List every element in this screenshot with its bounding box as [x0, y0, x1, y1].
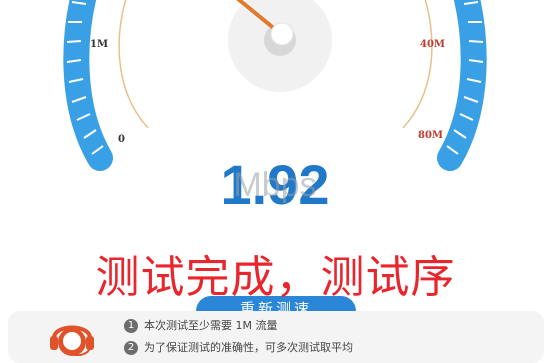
scale-label-1m: 1M: [90, 39, 109, 50]
tip-item-2: 2 为了保证测试的准确性，可多次测试取平均: [124, 340, 353, 356]
customer-service-headset-icon: [50, 325, 94, 356]
tip-text: 为了保证测试的准确性，可多次测试取平均: [144, 341, 353, 354]
tip-number-badge: 1: [124, 319, 138, 333]
gauge-right-scale-line: [402, 0, 433, 129]
scale-label-0: 0: [118, 134, 125, 145]
scale-label-80m: 80M: [418, 130, 443, 141]
tip-text: 本次测试至少需要 1M 流量: [144, 319, 278, 332]
tip-number-badge: 2: [124, 341, 138, 355]
gauge-left-scale-line: [118, 0, 149, 129]
scale-label-40m: 40M: [420, 39, 445, 50]
speed-unit: Mbps: [233, 166, 317, 204]
tip-item-1: 1 本次测试至少需要 1M 流量: [124, 318, 277, 334]
speed-readout: 1.92 Mbps: [175, 155, 375, 215]
gauge-hub-cap: [270, 22, 294, 46]
overlay-caption: 测试完成，测试序: [95, 252, 456, 303]
